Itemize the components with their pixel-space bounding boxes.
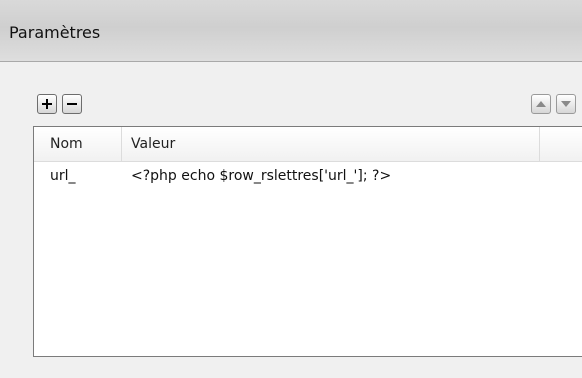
column-divider[interactable] <box>121 127 122 161</box>
column-divider[interactable] <box>539 127 540 161</box>
arrow-down-icon <box>561 101 571 107</box>
parameter-name-cell[interactable]: url_ <box>50 161 76 191</box>
arrow-up-icon <box>536 101 546 107</box>
parameter-value-cell[interactable]: <?php echo $row_rslettres['url_']; ?> <box>131 161 391 191</box>
panel-header: Paramètres <box>0 0 582 62</box>
panel-title: Paramètres <box>9 23 101 42</box>
column-header-value[interactable]: Valeur <box>131 127 175 161</box>
table-header: Nom Valeur <box>34 127 582 162</box>
move-up-button[interactable] <box>531 94 551 114</box>
move-down-button[interactable] <box>556 94 576 114</box>
add-parameter-button[interactable] <box>37 94 57 114</box>
minus-icon <box>67 103 77 105</box>
remove-parameter-button[interactable] <box>62 94 82 114</box>
column-header-name[interactable]: Nom <box>50 127 83 161</box>
table-row[interactable]: url_ <?php echo $row_rslettres['url_']; … <box>34 161 582 191</box>
plus-icon <box>42 99 52 109</box>
parameters-table[interactable]: Nom Valeur url_ <?php echo $row_rslettre… <box>33 126 582 357</box>
